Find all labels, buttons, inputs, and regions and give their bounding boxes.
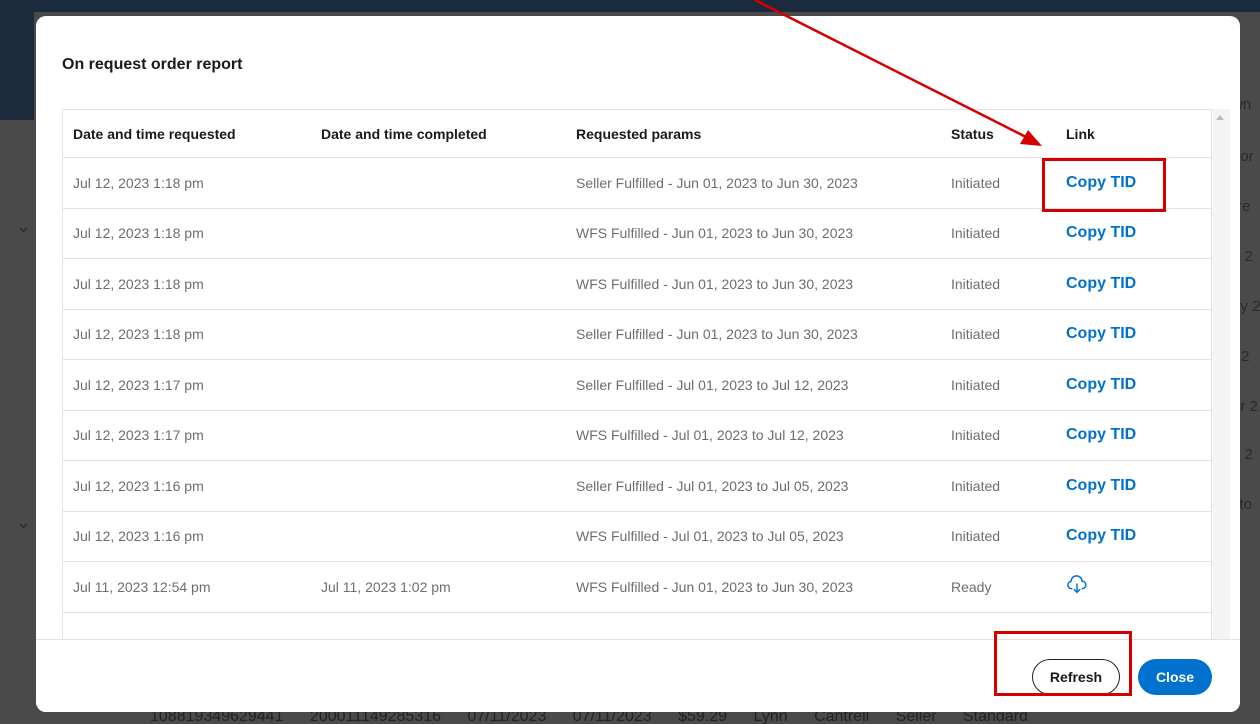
cell-requested: Jul 12, 2023 1:18 pm bbox=[73, 174, 204, 191]
cell-status: Ready bbox=[951, 578, 992, 595]
table-row: Jul 12, 2023 1:16 pm WFS Fulfilled - Jul… bbox=[63, 512, 1211, 562]
cell-completed: Jul 11, 2023 1:02 pm bbox=[321, 578, 451, 595]
cell-params: WFS Fulfilled - Jun 01, 2023 to Jun 30, … bbox=[576, 578, 854, 595]
refresh-button[interactable]: Refresh bbox=[1032, 659, 1120, 695]
column-header-params: Requested params bbox=[576, 125, 702, 142]
cell-status: Initiated bbox=[951, 275, 1001, 292]
background-sidebar bbox=[0, 0, 34, 120]
close-button[interactable]: Close bbox=[1138, 659, 1212, 695]
cell-params: Seller Fulfilled - Jun 01, 2023 to Jun 3… bbox=[576, 326, 858, 343]
cloud-download-icon[interactable] bbox=[1066, 574, 1088, 596]
order-report-modal: On request order report Date and time re… bbox=[36, 16, 1240, 712]
cell-status: Initiated bbox=[951, 225, 1001, 242]
column-header-completed: Date and time completed bbox=[321, 125, 487, 142]
table-row: Jul 12, 2023 1:18 pm Seller Fulfilled - … bbox=[63, 158, 1211, 209]
copy-tid-link[interactable]: Copy TID bbox=[1066, 426, 1136, 443]
cell-status: Initiated bbox=[951, 528, 1001, 545]
cell-params: WFS Fulfilled - Jun 01, 2023 to Jun 30, … bbox=[576, 275, 854, 292]
scroll-up-icon[interactable] bbox=[1216, 115, 1224, 120]
chevron-down-icon: ⌄ bbox=[16, 512, 32, 532]
cell-requested: Jul 12, 2023 1:18 pm bbox=[73, 326, 204, 343]
copy-tid-link[interactable]: Copy TID bbox=[1066, 275, 1136, 292]
cell-status: Initiated bbox=[951, 174, 1001, 191]
cell-params: WFS Fulfilled - Jun 01, 2023 to Jun 30, … bbox=[576, 225, 854, 242]
cell-params: WFS Fulfilled - Jul 01, 2023 to Jul 05, … bbox=[576, 528, 844, 545]
copy-tid-link[interactable]: Copy TID bbox=[1066, 224, 1136, 241]
copy-tid-link[interactable]: Copy TID bbox=[1066, 527, 1136, 544]
cell-requested: Jul 12, 2023 1:17 pm bbox=[73, 376, 204, 393]
cell-requested: Jul 12, 2023 1:16 pm bbox=[73, 528, 204, 545]
cell-status: Initiated bbox=[951, 427, 1001, 444]
table-header: Date and time requested Date and time co… bbox=[63, 110, 1211, 158]
chevron-down-icon: ⌄ bbox=[16, 216, 32, 236]
copy-tid-link[interactable]: Copy TID bbox=[1066, 325, 1136, 342]
table-row: Jul 12, 2023 1:18 pm WFS Fulfilled - Jun… bbox=[63, 259, 1211, 310]
copy-tid-link[interactable]: Copy TID bbox=[1066, 477, 1136, 494]
column-header-requested: Date and time requested bbox=[73, 125, 236, 142]
cell-status: Initiated bbox=[951, 376, 1001, 393]
table-row: Jul 11, 2023 12:54 pm Jul 11, 2023 1:02 … bbox=[63, 562, 1211, 613]
column-header-status: Status bbox=[951, 125, 994, 142]
cell-params: Seller Fulfilled - Jul 01, 2023 to Jul 1… bbox=[576, 376, 849, 393]
cell-params: Seller Fulfilled - Jun 01, 2023 to Jun 3… bbox=[576, 174, 858, 191]
report-table: Date and time requested Date and time co… bbox=[62, 109, 1212, 712]
table-row: Jul 12, 2023 1:17 pm WFS Fulfilled - Jul… bbox=[63, 411, 1211, 461]
cell-params: WFS Fulfilled - Jul 01, 2023 to Jul 12, … bbox=[576, 427, 844, 444]
cell-status: Initiated bbox=[951, 326, 1001, 343]
background-header bbox=[0, 0, 1260, 12]
table-row: Jul 12, 2023 1:16 pm Seller Fulfilled - … bbox=[63, 461, 1211, 512]
copy-tid-link[interactable]: Copy TID bbox=[1066, 376, 1136, 393]
cell-requested: Jul 12, 2023 1:18 pm bbox=[73, 275, 204, 292]
modal-title: On request order report bbox=[62, 56, 243, 73]
column-header-link: Link bbox=[1066, 125, 1095, 142]
table-row: Jul 12, 2023 1:17 pm Seller Fulfilled - … bbox=[63, 360, 1211, 411]
table-row: Jul 12, 2023 1:18 pm Seller Fulfilled - … bbox=[63, 310, 1211, 360]
cell-status: Initiated bbox=[951, 477, 1001, 494]
cell-requested: Jul 11, 2023 12:54 pm bbox=[73, 578, 211, 595]
table-scrollbar[interactable] bbox=[1212, 109, 1230, 712]
copy-tid-link[interactable]: Copy TID bbox=[1066, 174, 1136, 191]
table-row: Jul 12, 2023 1:18 pm WFS Fulfilled - Jun… bbox=[63, 209, 1211, 259]
modal-footer: Refresh Close bbox=[36, 639, 1240, 712]
cell-requested: Jul 12, 2023 1:17 pm bbox=[73, 427, 204, 444]
cell-params: Seller Fulfilled - Jul 01, 2023 to Jul 0… bbox=[576, 477, 849, 494]
cell-requested: Jul 12, 2023 1:18 pm bbox=[73, 225, 204, 242]
cell-requested: Jul 12, 2023 1:16 pm bbox=[73, 477, 204, 494]
